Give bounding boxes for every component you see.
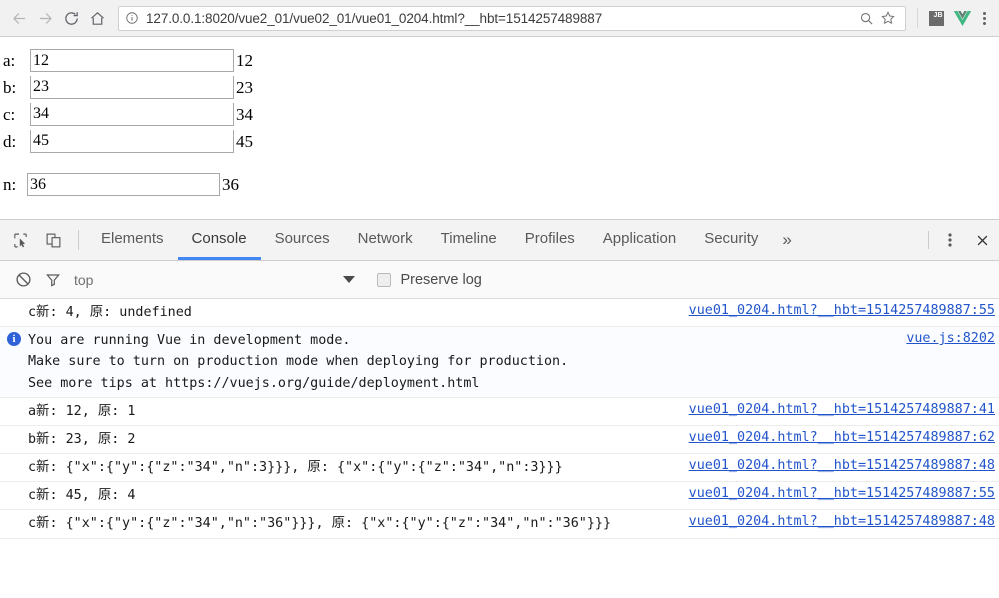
back-arrow-icon[interactable] [6, 5, 32, 31]
console-source-link[interactable]: vue01_0204.html?__hbt=1514257489887:62 [689, 430, 995, 445]
field-output-c: 34 [236, 104, 253, 124]
console-row[interactable]: c新: 45, 原: 4 vue01_0204.html?__hbt=15142… [0, 482, 999, 511]
log-gutter [0, 429, 28, 431]
devtools-toolbar: Elements Console Sources Network Timelin… [0, 220, 999, 261]
console-source-link[interactable]: vue01_0204.html?__hbt=1514257489887:41 [689, 402, 995, 417]
console-context-label: top [74, 271, 94, 288]
console-message: a新: 12, 原: 1 [28, 403, 136, 419]
tab-application[interactable]: Application [589, 220, 690, 260]
browser-toolbar: 127.0.0.1:8020/vue2_01/vue02_01/vue01_02… [0, 0, 999, 37]
devtools-tabs: Elements Console Sources Network Timelin… [87, 220, 802, 260]
toolbar-divider [928, 231, 929, 249]
field-row-n: n: 36 [0, 173, 239, 196]
close-icon[interactable] [965, 220, 999, 260]
tab-network[interactable]: Network [344, 220, 427, 260]
chevron-down-icon[interactable] [343, 276, 356, 283]
field-label-n: n: [3, 174, 17, 194]
tab-sources[interactable]: Sources [261, 220, 344, 260]
more-tabs-icon[interactable]: » [772, 220, 801, 260]
devtools-toolbar-right [922, 220, 999, 260]
console-row[interactable]: i You are running Vue in development mod… [0, 327, 999, 398]
vue-devtools-icon[interactable] [949, 5, 975, 31]
field-output-b: 23 [236, 77, 253, 97]
console-message: c新: {"x":{"y":{"z":"34","n":3}}}, 原: {"x… [28, 460, 563, 476]
info-icon: i [7, 332, 21, 347]
field-output-d: 45 [236, 131, 253, 151]
log-gutter: i [0, 330, 28, 347]
console-row[interactable]: c新: {"x":{"y":{"z":"34","n":"36"}}}, 原: … [0, 510, 999, 539]
inspect-element-icon[interactable] [4, 220, 37, 260]
home-icon[interactable] [84, 5, 110, 31]
clear-console-icon[interactable] [8, 265, 38, 295]
console-context-selector[interactable]: top [74, 272, 93, 288]
three-dots-vertical-icon[interactable] [935, 220, 965, 260]
field-input-b[interactable] [30, 76, 234, 99]
field-input-c[interactable] [30, 103, 234, 126]
console-source-link[interactable]: vue01_0204.html?__hbt=1514257489887:55 [689, 303, 995, 318]
forward-arrow-icon[interactable] [32, 5, 58, 31]
field-input-a[interactable] [30, 49, 234, 72]
field-group-abcd: a: 12 b: 23 c: 34 d: 45 [0, 47, 253, 155]
reload-icon[interactable] [58, 5, 84, 31]
field-output-a: 12 [236, 50, 253, 70]
field-output-n: 36 [222, 174, 239, 194]
console-message: c新: {"x":{"y":{"z":"34","n":"36"}}}, 原: … [28, 516, 612, 532]
console-log-list[interactable]: c新: 4, 原: undefined vue01_0204.html?__hb… [0, 299, 999, 598]
field-input-d[interactable] [30, 130, 234, 153]
tab-profiles[interactable]: Profiles [511, 220, 589, 260]
zoom-magnifier-icon[interactable] [855, 7, 877, 29]
log-gutter [0, 485, 28, 487]
console-row[interactable]: c新: {"x":{"y":{"z":"34","n":3}}}, 原: {"x… [0, 454, 999, 483]
tab-timeline[interactable]: Timeline [427, 220, 511, 260]
log-gutter [0, 513, 28, 515]
log-gutter [0, 302, 28, 304]
device-toolbar-icon[interactable] [37, 220, 70, 260]
console-message: c新: 4, 原: undefined [28, 305, 192, 320]
tab-console[interactable]: Console [177, 220, 261, 260]
address-bar-url[interactable]: 127.0.0.1:8020/vue2_01/vue02_01/vue01_02… [146, 11, 855, 26]
console-row[interactable]: b新: 23, 原: 2 vue01_0204.html?__hbt=15142… [0, 426, 999, 455]
field-label-d: d: [3, 131, 17, 151]
star-icon[interactable] [877, 7, 899, 29]
field-row-a: a: 12 [0, 47, 253, 74]
field-label-c: c: [3, 104, 16, 124]
console-source-link[interactable]: vue01_0204.html?__hbt=1514257489887:55 [689, 486, 995, 501]
devtools-panel: Elements Console Sources Network Timelin… [0, 219, 999, 598]
field-row-c: c: 34 [0, 101, 253, 128]
page-info-icon[interactable] [125, 11, 139, 25]
log-gutter [0, 401, 28, 403]
page-content: a: 12 b: 23 c: 34 d: 45 n: 36 [0, 37, 999, 219]
address-bar[interactable]: 127.0.0.1:8020/vue2_01/vue02_01/vue01_02… [118, 5, 906, 31]
console-message: c新: 45, 原: 4 [28, 488, 136, 504]
console-source-link[interactable]: vue.js:8202 [906, 331, 995, 346]
jetbrains-extension-label: JB [928, 10, 944, 26]
log-gutter [0, 457, 28, 459]
toolbar-divider [78, 230, 79, 250]
preserve-log-checkbox[interactable] [377, 272, 392, 287]
console-row[interactable]: c新: 4, 原: undefined vue01_0204.html?__hb… [0, 299, 999, 328]
jetbrains-extension-icon[interactable]: JB [923, 5, 949, 31]
console-filter-bar: top Preserve log [0, 261, 999, 299]
field-row-d: d: 45 [0, 128, 253, 155]
tab-security[interactable]: Security [690, 220, 772, 260]
console-message: You are running Vue in development mode.… [28, 333, 569, 391]
toolbar-divider [917, 8, 918, 28]
console-source-link[interactable]: vue01_0204.html?__hbt=1514257489887:48 [689, 458, 995, 473]
field-label-a: a: [3, 50, 16, 70]
console-row[interactable]: a新: 12, 原: 1 vue01_0204.html?__hbt=15142… [0, 398, 999, 426]
field-row-b: b: 23 [0, 74, 253, 101]
filter-funnel-icon[interactable] [38, 265, 68, 295]
field-input-n[interactable] [27, 173, 220, 196]
console-message: b新: 23, 原: 2 [28, 431, 136, 447]
preserve-log-label[interactable]: Preserve log [400, 272, 481, 288]
three-dots-menu-icon[interactable] [975, 5, 993, 31]
console-source-link[interactable]: vue01_0204.html?__hbt=1514257489887:48 [689, 514, 995, 529]
field-label-b: b: [3, 77, 17, 97]
tab-elements[interactable]: Elements [87, 220, 178, 260]
